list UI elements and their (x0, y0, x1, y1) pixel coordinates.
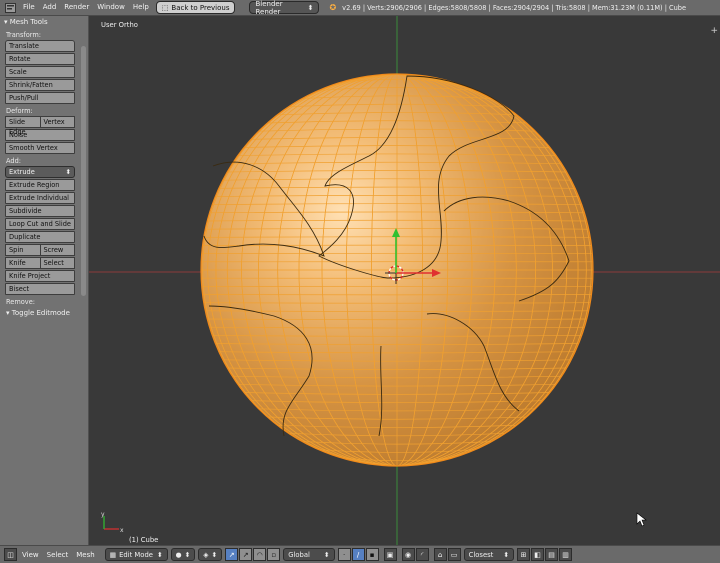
falloff-icon[interactable]: ◜ (416, 548, 429, 561)
dropdown-arrows-icon: ⬍ (65, 167, 71, 177)
menu-mesh[interactable]: Mesh (72, 551, 98, 559)
dropdown-arrows-icon: ⬍ (157, 551, 163, 559)
knife-project-button[interactable]: Knife Project (5, 270, 75, 282)
mesh-tools-panel-header[interactable]: ▾ Mesh Tools (0, 16, 88, 28)
region-expand-icon[interactable]: + (710, 26, 718, 36)
render-still-icon[interactable]: ◧ (531, 548, 544, 561)
remove-label: Remove: (0, 298, 88, 307)
blender-logo-icon: ✪ (329, 3, 336, 12)
extrude-dropdown[interactable]: Extrude ⬍ (5, 166, 75, 178)
view-name-label: User Ortho (101, 21, 138, 29)
snap-project-icon[interactable]: ⊞ (517, 548, 530, 561)
snap-target-select[interactable]: Closest ⬍ (464, 548, 514, 561)
proportional-edit-icon[interactable]: ◉ (402, 548, 415, 561)
back-to-previous-label: Back to Previous (171, 4, 229, 12)
extrude-region-button[interactable]: Extrude Region (5, 179, 75, 191)
mode-select[interactable]: ▦ Edit Mode ⬍ (105, 548, 168, 561)
scale-manipulator-icon[interactable]: ▫ (267, 548, 280, 561)
subdivide-button[interactable]: Subdivide (5, 205, 75, 217)
render-engine-select[interactable]: Blender Render ⬍ (249, 1, 319, 14)
deform-label: Deform: (0, 107, 88, 116)
snap-target-label: Closest (469, 551, 494, 559)
transform-label: Transform: (0, 31, 88, 40)
scene-statistics: v2.69 | Verts:2906/2906 | Edges:5808/580… (342, 4, 686, 12)
knife-button[interactable]: Knife (5, 257, 41, 269)
knife-select-button[interactable]: Select (41, 257, 76, 269)
limit-selection-icon[interactable]: ▣ (384, 548, 397, 561)
viewport-shading-select[interactable]: ● ⬍ (171, 548, 196, 561)
bisect-button[interactable]: Bisect (5, 283, 75, 295)
vertex-select-icon[interactable]: · (338, 548, 351, 561)
menu-select[interactable]: Select (43, 551, 73, 559)
manipulator-toggle-icon[interactable]: ↗ (225, 548, 238, 561)
add-label: Add: (0, 157, 88, 166)
menu-file[interactable]: File (19, 0, 39, 15)
collapse-triangle-icon: ▾ (4, 18, 8, 26)
transform-orientation-select[interactable]: Global ⬍ (283, 548, 334, 561)
svg-text:x: x (120, 527, 124, 534)
tool-shelf: ▾ Mesh Tools Transform: Translate Rotate… (0, 16, 89, 545)
render-engine-label: Blender Render (255, 0, 307, 16)
spin-screw-row: Spin Screw (5, 244, 75, 256)
slide-edge-button[interactable]: Slide Edge (5, 116, 41, 128)
tool-shelf-scrollbar[interactable] (81, 46, 86, 296)
active-object-label: (1) Cube (129, 536, 158, 544)
translate-button[interactable]: Translate (5, 40, 75, 52)
back-icon: ⬚ (162, 4, 169, 12)
menu-render[interactable]: Render (60, 0, 93, 15)
smooth-vertex-button[interactable]: Smooth Vertex (5, 142, 75, 154)
mode-label: Edit Mode (119, 551, 153, 559)
edit-mode-icon: ▦ (110, 551, 116, 559)
screw-button[interactable]: Screw (41, 244, 76, 256)
slide-row: Slide Edge Vertex (5, 116, 75, 128)
duplicate-button[interactable]: Duplicate (5, 231, 75, 243)
snap-toggle-icon[interactable]: ⌂ (434, 548, 447, 561)
translate-manipulator-icon[interactable]: ↗ (239, 548, 252, 561)
extrude-dropdown-label: Extrude (9, 167, 35, 177)
pivot-icon: ◈ (203, 551, 208, 559)
solid-shading-icon: ● (176, 551, 182, 559)
menu-add[interactable]: Add (39, 0, 61, 15)
layers-icon[interactable]: ▥ (559, 548, 572, 561)
back-to-previous-button[interactable]: ⬚ Back to Previous (156, 1, 236, 14)
menu-view[interactable]: View (18, 551, 43, 559)
dropdown-arrows-icon: ⬍ (185, 551, 191, 559)
info-header: File Add Render Window Help ⬚ Back to Pr… (0, 0, 720, 16)
3d-viewport[interactable]: y x User Ortho (1) Cube + (89, 16, 720, 545)
push-pull-button[interactable]: Push/Pull (5, 92, 75, 104)
dropdown-arrows-icon: ⬍ (212, 551, 218, 559)
knife-select-row: Knife Select (5, 257, 75, 269)
dropdown-arrows-icon: ⬍ (324, 551, 330, 559)
extrude-individual-button[interactable]: Extrude Individual (5, 192, 75, 204)
expand-triangle-icon: ▾ (6, 309, 10, 317)
shrink-fatten-button[interactable]: Shrink/Fatten (5, 79, 75, 91)
pivot-point-select[interactable]: ◈ ⬍ (198, 548, 222, 561)
mouse-cursor-icon (637, 513, 646, 526)
slide-vertex-button[interactable]: Vertex (41, 116, 76, 128)
info-editor-icon[interactable] (4, 2, 16, 14)
edge-select-icon[interactable]: / (352, 548, 365, 561)
menu-window[interactable]: Window (93, 0, 129, 15)
3d-view-header: ◫ View Select Mesh ▦ Edit Mode ⬍ ● ⬍ ◈ ⬍… (0, 545, 720, 563)
loop-cut-slide-button[interactable]: Loop Cut and Slide (5, 218, 75, 230)
mesh-tools-title: Mesh Tools (10, 18, 48, 26)
menu-help[interactable]: Help (129, 0, 153, 15)
toggle-editmode-label: Toggle Editmode (12, 309, 70, 317)
svg-text:y: y (101, 511, 105, 518)
spin-button[interactable]: Spin (5, 244, 41, 256)
toggle-editmode-panel-header[interactable]: ▾ Toggle Editmode (0, 307, 88, 319)
rotate-button[interactable]: Rotate (5, 53, 75, 65)
scale-button[interactable]: Scale (5, 66, 75, 78)
orientation-label: Global (288, 551, 310, 559)
noise-button[interactable]: Noise (5, 129, 75, 141)
view-axis-gizmo: y x (101, 511, 124, 534)
snap-element-icon[interactable]: ▭ (448, 548, 461, 561)
dropdown-arrows-icon: ⬍ (308, 4, 314, 12)
render-animation-icon[interactable]: ▤ (545, 548, 558, 561)
viewport-canvas: y x (89, 16, 720, 545)
editor-type-icon[interactable]: ◫ (4, 548, 17, 561)
dropdown-arrows-icon: ⬍ (503, 551, 509, 559)
rotate-manipulator-icon[interactable]: ◠ (253, 548, 266, 561)
face-select-icon[interactable]: ▪ (366, 548, 379, 561)
